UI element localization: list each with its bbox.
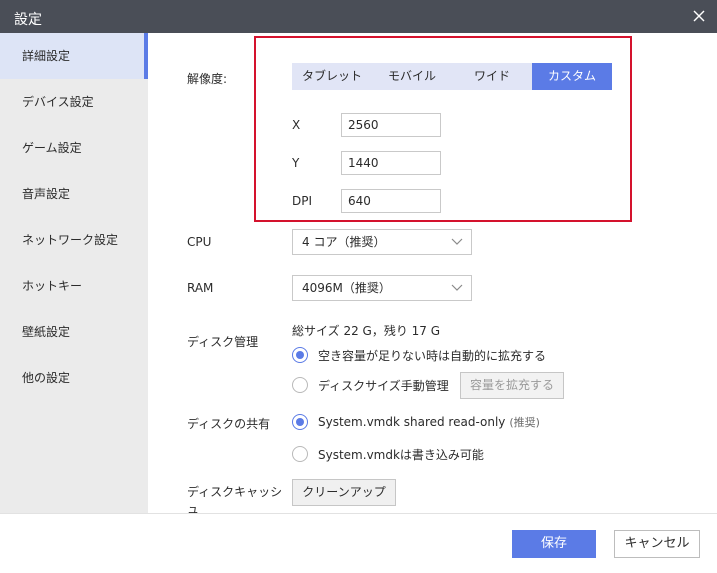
sidebar-item-label: ゲーム設定 (22, 141, 82, 155)
tab-custom[interactable]: カスタム (532, 63, 612, 90)
cpu-selected-value: 4 コア（推奨） (302, 235, 386, 249)
resolution-y-input[interactable] (341, 151, 441, 175)
sidebar-item-game[interactable]: ゲーム設定 (0, 125, 148, 171)
sidebar-item-label: 壁紙設定 (22, 325, 71, 339)
sidebar-item-hotkey[interactable]: ホットキー (0, 263, 148, 309)
sidebar-item-network[interactable]: ネットワーク設定 (0, 217, 148, 263)
resolution-tabs: タブレット モバイル ワイド カスタム (292, 63, 612, 90)
dpi-label: DPI (292, 194, 313, 208)
radio-checked (292, 414, 308, 430)
close-icon[interactable] (689, 6, 709, 26)
disk-share-label: ディスクの共有 (187, 417, 271, 431)
share-readonly-option[interactable]: System.vmdk shared read-only (推奨) (292, 413, 552, 431)
disk-cache-label-line1: ディスクキャッシ (187, 485, 283, 499)
disk-manual-option[interactable]: ディスクサイズ手動管理 (292, 376, 457, 394)
chevron-down-icon (451, 284, 463, 291)
share-writable-option[interactable]: System.vmdkは書き込み可能 (292, 445, 492, 463)
radio-unchecked (292, 446, 308, 462)
disk-size-summary: 総サイズ 22 G，残り 17 G (292, 324, 441, 338)
cpu-label: CPU (187, 235, 212, 249)
save-button[interactable]: 保存 (512, 530, 596, 558)
expand-capacity-button[interactable]: 容量を拡充する (460, 372, 564, 399)
sidebar-item-wallpaper[interactable]: 壁紙設定 (0, 309, 148, 355)
radio-checked (292, 347, 308, 363)
disk-manual-label: ディスクサイズ手動管理 (318, 379, 449, 393)
share-readonly-label: System.vmdk shared read-only (318, 415, 506, 429)
recommended-note: (推奨) (509, 416, 540, 429)
settings-sidebar: 詳細設定 デバイス設定 ゲーム設定 音声設定 ネットワーク設定 ホットキー 壁紙… (0, 33, 148, 513)
sidebar-item-advanced[interactable]: 詳細設定 (0, 33, 148, 79)
y-label: Y (292, 156, 300, 170)
sidebar-item-other[interactable]: 他の設定 (0, 355, 148, 401)
dialog-footer: 保存 キャンセル (0, 513, 717, 573)
sidebar-item-audio[interactable]: 音声設定 (0, 171, 148, 217)
cancel-button[interactable]: キャンセル (614, 530, 700, 558)
ram-selected-value: 4096M（推奨） (302, 281, 391, 295)
resolution-dpi-input[interactable] (341, 189, 441, 213)
disk-management-label: ディスク管理 (187, 335, 259, 349)
sidebar-item-label: 詳細設定 (22, 49, 71, 63)
disk-auto-expand-option[interactable]: 空き容量が足りない時は自動的に拡充する (292, 346, 562, 364)
tab-mobile[interactable]: モバイル (372, 63, 452, 90)
ram-select[interactable]: 4096M（推奨） (292, 275, 472, 301)
disk-auto-expand-label: 空き容量が足りない時は自動的に拡充する (318, 349, 547, 363)
sidebar-item-device[interactable]: デバイス設定 (0, 79, 148, 125)
settings-panel (148, 33, 717, 513)
resolution-label: 解像度: (187, 72, 228, 86)
ram-label: RAM (187, 281, 214, 295)
cleanup-button[interactable]: クリーンアップ (292, 479, 396, 506)
window-title: 設定 (14, 12, 42, 28)
share-readonly-text: System.vmdk shared read-only (推奨) (318, 414, 540, 430)
sidebar-item-label: ホットキー (22, 279, 83, 293)
tab-wide[interactable]: ワイド (452, 63, 532, 90)
sidebar-item-label: 音声設定 (22, 187, 71, 201)
x-label: X (292, 118, 301, 132)
chevron-down-icon (451, 238, 463, 245)
sidebar-item-label: 他の設定 (22, 371, 71, 385)
cpu-select[interactable]: 4 コア（推奨） (292, 229, 472, 255)
tab-tablet[interactable]: タブレット (292, 63, 372, 90)
resolution-x-input[interactable] (341, 113, 441, 137)
radio-unchecked (292, 377, 308, 393)
title-bar: 設定 (0, 0, 717, 33)
sidebar-item-label: デバイス設定 (22, 95, 94, 109)
share-writable-label: System.vmdkは書き込み可能 (318, 448, 484, 462)
sidebar-item-label: ネットワーク設定 (22, 233, 119, 247)
